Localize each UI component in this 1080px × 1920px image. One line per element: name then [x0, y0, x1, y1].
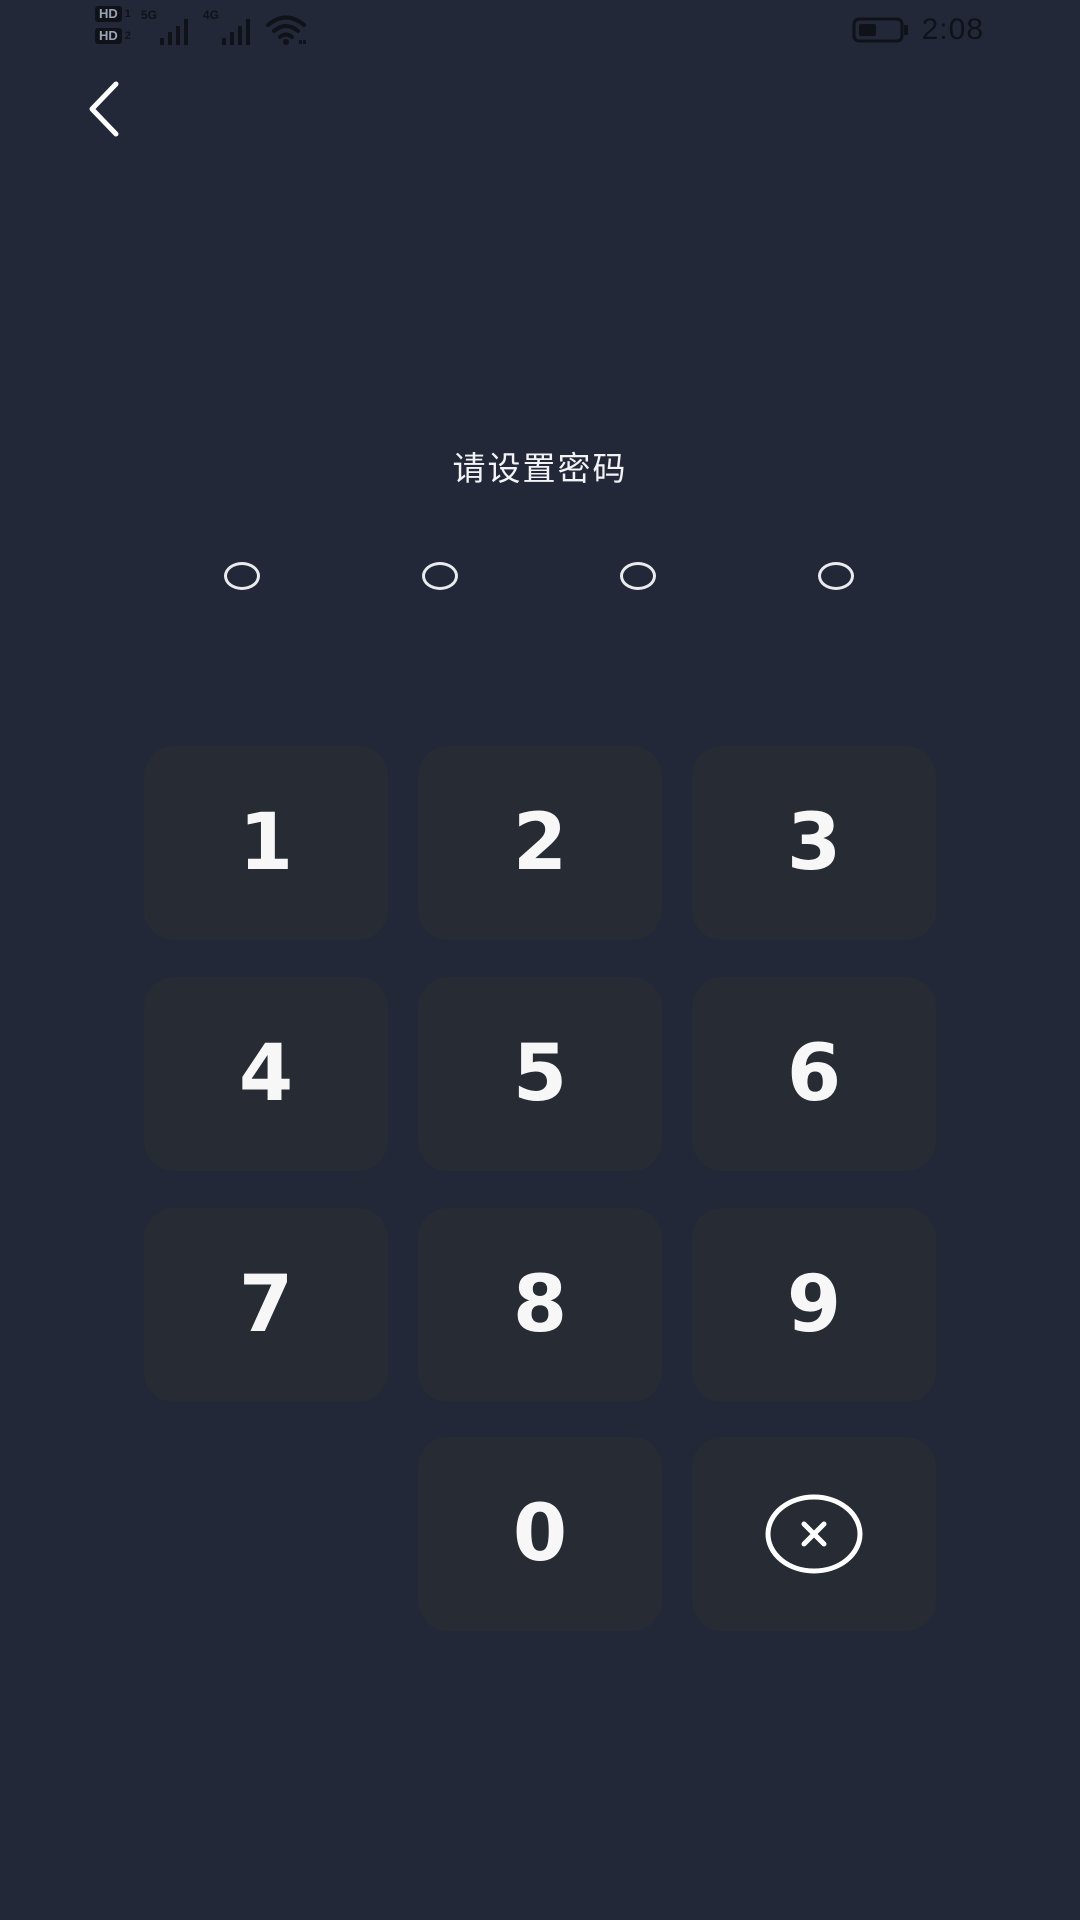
- hd-number: 2: [124, 30, 131, 42]
- status-bar: HD 1 HD 2 5G 4G 2:08: [0, 0, 1080, 60]
- status-right: 2:08: [852, 10, 984, 50]
- back-button[interactable]: [78, 78, 142, 142]
- pin-dot: [818, 562, 854, 590]
- key-6[interactable]: 6: [692, 977, 936, 1171]
- pin-dot: [620, 562, 656, 590]
- status-left: HD 1 HD 2 5G 4G: [95, 6, 307, 56]
- key-8[interactable]: 8: [418, 1208, 662, 1402]
- signal-icon: [159, 19, 188, 45]
- network-secondary: 4G: [203, 8, 255, 46]
- pin-indicator: [0, 558, 1080, 598]
- network-type-label: 5G: [140, 8, 157, 22]
- hd-badge-1: HD 1: [95, 6, 131, 22]
- key-4[interactable]: 4: [144, 977, 388, 1171]
- pin-dot: [224, 562, 260, 590]
- page-title: 请设置密码: [452, 449, 628, 488]
- wifi-icon: [265, 15, 306, 45]
- key-3[interactable]: 3: [692, 746, 936, 940]
- hd-badge-2: HD 2: [95, 28, 131, 44]
- key-9[interactable]: 9: [692, 1208, 936, 1402]
- chevron-left-icon: [89, 81, 119, 137]
- status-time: 2:08: [921, 13, 984, 46]
- key-5[interactable]: 5: [418, 977, 662, 1171]
- network-primary: 5G: [141, 8, 193, 46]
- hd-label: HD: [95, 28, 122, 44]
- key-2[interactable]: 2: [418, 746, 662, 940]
- key-0[interactable]: 0: [418, 1437, 662, 1631]
- battery-icon: [852, 17, 908, 43]
- key-7[interactable]: 7: [144, 1208, 388, 1402]
- delete-button[interactable]: [692, 1437, 936, 1631]
- key-1[interactable]: 1: [144, 746, 388, 940]
- hd-label: HD: [95, 6, 122, 22]
- hd-badges: HD 1 HD 2: [95, 6, 131, 44]
- network-type-label: 4G: [202, 8, 219, 22]
- signal-icon: [221, 19, 250, 45]
- circle-x-icon: [765, 1494, 863, 1574]
- pin-dot: [422, 562, 458, 590]
- hd-number: 1: [124, 8, 131, 20]
